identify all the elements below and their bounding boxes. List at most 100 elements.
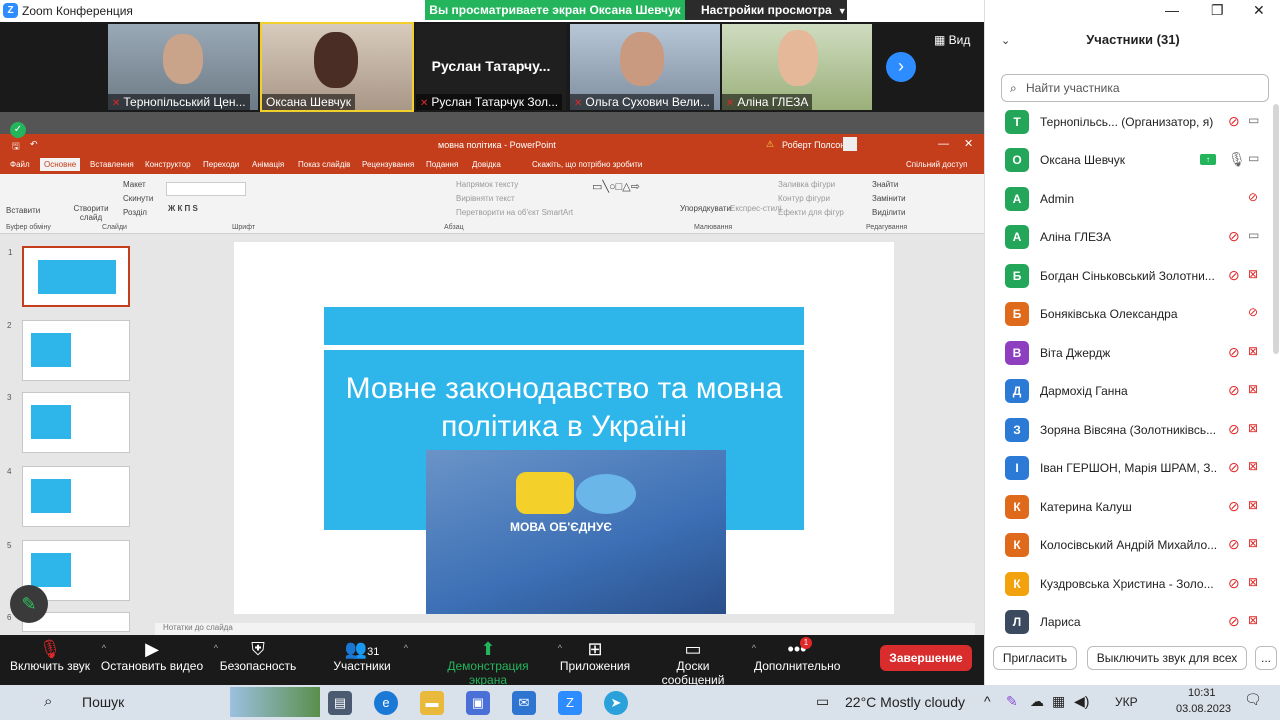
camera-off-icon[interactable]: ⊠ — [1248, 575, 1258, 589]
participant-row[interactable]: Т Тернопільсь... (Организатор, я) ⊘ ▭ — [985, 104, 1271, 142]
language-indicator[interactable]: УКР — [1115, 695, 1138, 709]
mail-icon[interactable]: ✉ — [512, 691, 536, 715]
edge-browser-icon[interactable]: e — [374, 691, 398, 715]
participant-row[interactable]: Л Лариса ⊘ ⊠ — [985, 604, 1271, 642]
invite-button[interactable]: Пригласить — [993, 646, 1077, 670]
participant-row[interactable]: А Аліна ГЛЕЗА ⊘ ▭ — [985, 219, 1271, 257]
muted-mic-icon[interactable]: ⊘ — [1228, 382, 1240, 399]
muted-mic-icon[interactable]: ⊘ — [1228, 498, 1240, 515]
participant-row[interactable]: В Віта Джердж ⊘ ⊠ — [985, 335, 1271, 373]
end-meeting-button[interactable]: Завершение — [880, 645, 972, 671]
share-button[interactable]: Спільний доступ — [906, 160, 968, 169]
security-button[interactable]: ⛨ Безопасность — [218, 635, 298, 685]
shapes-gallery[interactable]: ▭╲○□△⇨ — [592, 180, 640, 193]
camera-off-icon[interactable]: ⊠ — [1248, 267, 1258, 281]
shape-effects-button[interactable]: Ефекти для фігур — [778, 208, 844, 217]
replace-button[interactable]: Замінити — [872, 194, 906, 203]
slide-thumbnail[interactable]: 2 — [7, 320, 130, 381]
camera-off-icon[interactable]: ⊠ — [1248, 536, 1258, 550]
muted-mic-icon[interactable]: ⊘ — [1228, 536, 1240, 553]
section-button[interactable]: Розділ — [123, 208, 147, 217]
text-direction-button[interactable]: Напрямок тексту — [456, 180, 518, 189]
apps-button[interactable]: ⊞ Приложения — [558, 635, 632, 685]
participant-row[interactable]: A Admin ⊘ — [985, 181, 1271, 219]
telegram-icon[interactable]: ➤ — [604, 691, 628, 715]
muted-mic-icon[interactable]: ⊘ — [1228, 421, 1240, 438]
reset-button[interactable]: Скинути — [123, 194, 153, 203]
muted-mic-icon[interactable]: ⊘ — [1228, 575, 1240, 592]
camera-off-icon[interactable]: ⊠ — [1248, 613, 1258, 627]
current-slide[interactable]: Мовне законодавство та мовна політика в … — [234, 242, 894, 614]
muted-mic-icon[interactable]: ⊘ — [1228, 613, 1240, 630]
find-button[interactable]: Знайти — [872, 180, 898, 189]
store-icon[interactable]: ▣ — [466, 691, 490, 715]
quick-styles-button[interactable]: Експрес-стилі — [730, 204, 781, 213]
encryption-shield-icon[interactable]: ✓ — [10, 122, 26, 138]
participant-row[interactable]: К Куздровська Христина - Золо... ⊘ ⊠ — [985, 566, 1271, 604]
camera-icon[interactable]: ▭ — [1248, 113, 1259, 127]
close-icon[interactable]: ✕ — [1253, 2, 1265, 19]
tab-help[interactable]: Довідка — [472, 160, 501, 169]
tab-insert[interactable]: Вставлення — [90, 160, 134, 169]
participant-row[interactable]: К Колосівський Андрій Михайло... ⊘ ⊠ — [985, 527, 1271, 565]
muted-mic-icon[interactable]: ⊘ — [1228, 267, 1240, 284]
align-text-button[interactable]: Вирівняти текст — [456, 194, 515, 203]
muted-mic-icon[interactable]: ⊘ — [1228, 228, 1240, 245]
participant-row[interactable]: Д Дармохід Ганна ⊘ ⊠ — [985, 373, 1271, 411]
search-icon[interactable]: ⌕ — [44, 693, 52, 710]
file-explorer-icon[interactable]: ▬ — [420, 691, 444, 715]
participants-button[interactable]: 👥31 Участники ^ — [330, 635, 408, 685]
undo-icon[interactable]: ↶ — [30, 139, 38, 150]
camera-off-icon[interactable]: ⊠ — [1248, 459, 1258, 473]
tab-transitions[interactable]: Переходи — [203, 160, 239, 169]
maximize-icon[interactable]: ❐ — [1211, 2, 1224, 19]
next-page-arrow-icon[interactable]: › — [886, 52, 916, 82]
camera-off-icon[interactable]: ⊠ — [1248, 498, 1258, 512]
shape-fill-button[interactable]: Заливка фігури — [778, 180, 835, 189]
tab-file[interactable]: Файл — [10, 160, 30, 169]
video-tile[interactable]: ✕ Тернопільський Цен... — [108, 24, 258, 110]
smartart-button[interactable]: Перетворити на об'єкт SmartArt — [456, 208, 573, 217]
clock-date[interactable]: 03.08.2023 — [1176, 703, 1231, 715]
participant-row[interactable]: І Іван ГЕРШОН, Марія ШРАМ, З... ⊘ ⊠ — [985, 450, 1271, 488]
taskbar-search[interactable]: Пошук — [82, 694, 124, 710]
slide-thumbnail[interactable]: 1 — [8, 246, 130, 307]
clock-time[interactable]: 10:31 — [1188, 687, 1216, 699]
pen-tray-icon[interactable]: ✎ — [1006, 693, 1018, 710]
muted-mic-icon[interactable]: ⊘ — [1248, 190, 1258, 204]
chevron-down-icon[interactable]: ⌄ — [1001, 34, 1010, 47]
tell-me-box[interactable]: Скажіть, що потрібно зробити — [532, 160, 642, 169]
participant-row[interactable]: К Катерина Калуш ⊘ ⊠ — [985, 489, 1271, 527]
view-button[interactable]: ▦ Вид — [934, 33, 970, 47]
mute-all-button[interactable]: Выключить звук для всех — [1087, 646, 1247, 670]
save-icon[interactable]: 🖫 — [12, 139, 20, 155]
network-icon[interactable]: ▦ — [1052, 693, 1065, 710]
new-slide-button[interactable]: Створити слайд — [72, 204, 110, 222]
camera-off-icon[interactable]: ⊠ — [1248, 382, 1258, 396]
notifications-icon[interactable]: 🗨 — [1244, 691, 1262, 708]
close-icon[interactable]: ✕ — [964, 137, 973, 150]
muted-mic-icon[interactable]: ⊘ — [1228, 113, 1240, 130]
whiteboards-button[interactable]: ▭ Доски сообщений ^ — [644, 635, 756, 687]
muted-mic-icon[interactable]: ⊘ — [1248, 305, 1258, 319]
tab-home[interactable]: Основне — [40, 158, 81, 171]
mic-icon[interactable]: 🎙 — [1228, 151, 1246, 168]
video-tile[interactable]: ✕ Аліна ГЛЕЗА — [722, 24, 872, 110]
chevron-up-icon[interactable]: ^ — [404, 643, 408, 653]
layout-button[interactable]: Макет — [123, 180, 146, 189]
camera-icon[interactable]: ▭ — [1248, 151, 1259, 165]
camera-off-icon[interactable]: ⊠ — [1248, 421, 1258, 435]
video-tile-active-speaker[interactable]: Оксана Шевчук — [260, 22, 414, 112]
more-options-button[interactable]: ... — [1255, 646, 1277, 670]
annotate-pen-icon[interactable]: ✎ — [10, 585, 48, 623]
slide-thumbnail[interactable]: 3 — [7, 392, 130, 453]
participant-row[interactable]: О Оксана Шевчук ↑ 🎙 ▭ — [985, 142, 1271, 180]
camera-off-icon[interactable]: ⊠ — [1248, 344, 1258, 358]
more-button[interactable]: ••• 1 Дополнительно — [754, 635, 840, 685]
view-settings-button[interactable]: Настройки просмотра ▼ — [685, 0, 847, 20]
tray-chevron-icon[interactable]: ^ — [984, 693, 991, 709]
minimize-icon[interactable]: — — [938, 138, 949, 150]
muted-mic-icon[interactable]: ⊘ — [1228, 344, 1240, 361]
tab-design[interactable]: Конструктор — [145, 160, 191, 169]
minimize-icon[interactable]: — — [1165, 2, 1179, 18]
